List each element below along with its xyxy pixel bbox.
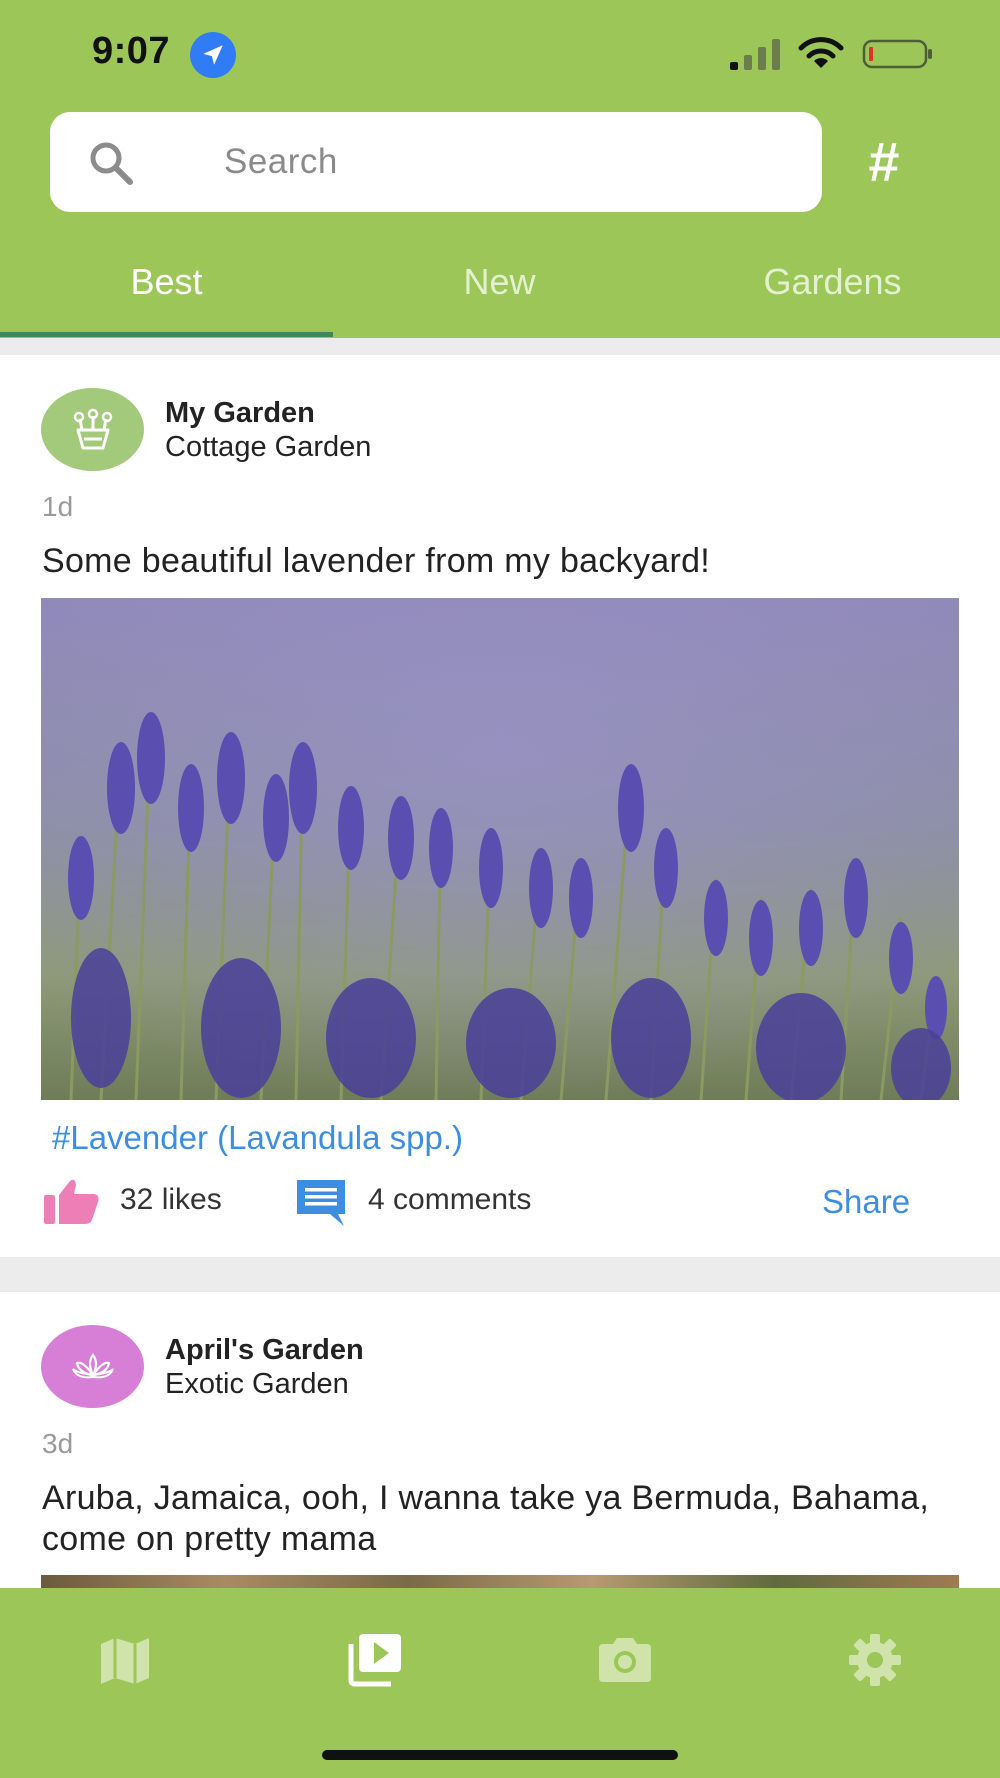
feed-icon[interactable]: [345, 1630, 405, 1690]
post-age: 1d: [42, 491, 74, 522]
post-photo[interactable]: [41, 598, 959, 1100]
search-bar[interactable]: Search: [50, 112, 822, 212]
post-photo[interactable]: [41, 1575, 959, 1588]
status-time: 9:07: [92, 30, 171, 72]
bottom-tab-bar: [0, 1588, 1000, 1778]
post-actions: 32 likes 4 comments Share: [0, 1177, 1000, 1227]
lotus-icon[interactable]: [41, 1325, 144, 1408]
comment-icon[interactable]: [294, 1177, 348, 1227]
status-bar: 9:07: [0, 0, 1000, 100]
thumbs-up-icon[interactable]: [42, 1177, 100, 1225]
hashtag-button[interactable]: #: [858, 128, 910, 196]
app-header: 9:07 Search # Best New Gardens: [0, 0, 1000, 338]
camera-icon[interactable]: [595, 1630, 655, 1690]
post-text: Some beautiful lavender from my backyard…: [42, 542, 711, 580]
share-button[interactable]: Share: [822, 1183, 910, 1221]
home-indicator[interactable]: [322, 1750, 678, 1760]
comments-count[interactable]: 4 comments: [368, 1183, 531, 1217]
post-garden-type: Exotic Garden: [165, 1368, 349, 1400]
flower-pot-icon[interactable]: [41, 388, 144, 471]
location-arrow-icon: [190, 32, 236, 78]
tab-new[interactable]: New: [333, 261, 666, 303]
settings-gear-icon[interactable]: [845, 1630, 905, 1690]
post-card: My Garden Cottage Garden 1d Some beautif…: [0, 355, 1000, 1257]
search-input[interactable]: Search: [224, 142, 338, 182]
tab-best[interactable]: Best: [0, 261, 333, 303]
cellular-signal-icon: [730, 39, 780, 70]
post-author[interactable]: My Garden: [165, 397, 315, 430]
post-age: 3d: [42, 1428, 74, 1459]
likes-count: 32 likes: [120, 1183, 222, 1216]
tab-gardens[interactable]: Gardens: [666, 261, 999, 303]
feed-tabs: Best New Gardens: [0, 255, 1000, 338]
search-icon: [90, 142, 133, 185]
map-icon[interactable]: [95, 1630, 155, 1690]
battery-icon: [862, 39, 932, 69]
post-garden-type: Cottage Garden: [165, 431, 372, 463]
post-text: Aruba, Jamaica, ooh, I wanna take ya Ber…: [42, 1479, 930, 1558]
post-author[interactable]: April's Garden: [165, 1334, 364, 1367]
active-tab-indicator: [0, 332, 333, 337]
post-card: April's Garden Exotic Garden 3d Aruba, J…: [0, 1292, 1000, 1588]
plant-hashtag-link[interactable]: #Lavender (Lavandula spp.): [52, 1119, 463, 1157]
wifi-icon: [798, 37, 844, 68]
